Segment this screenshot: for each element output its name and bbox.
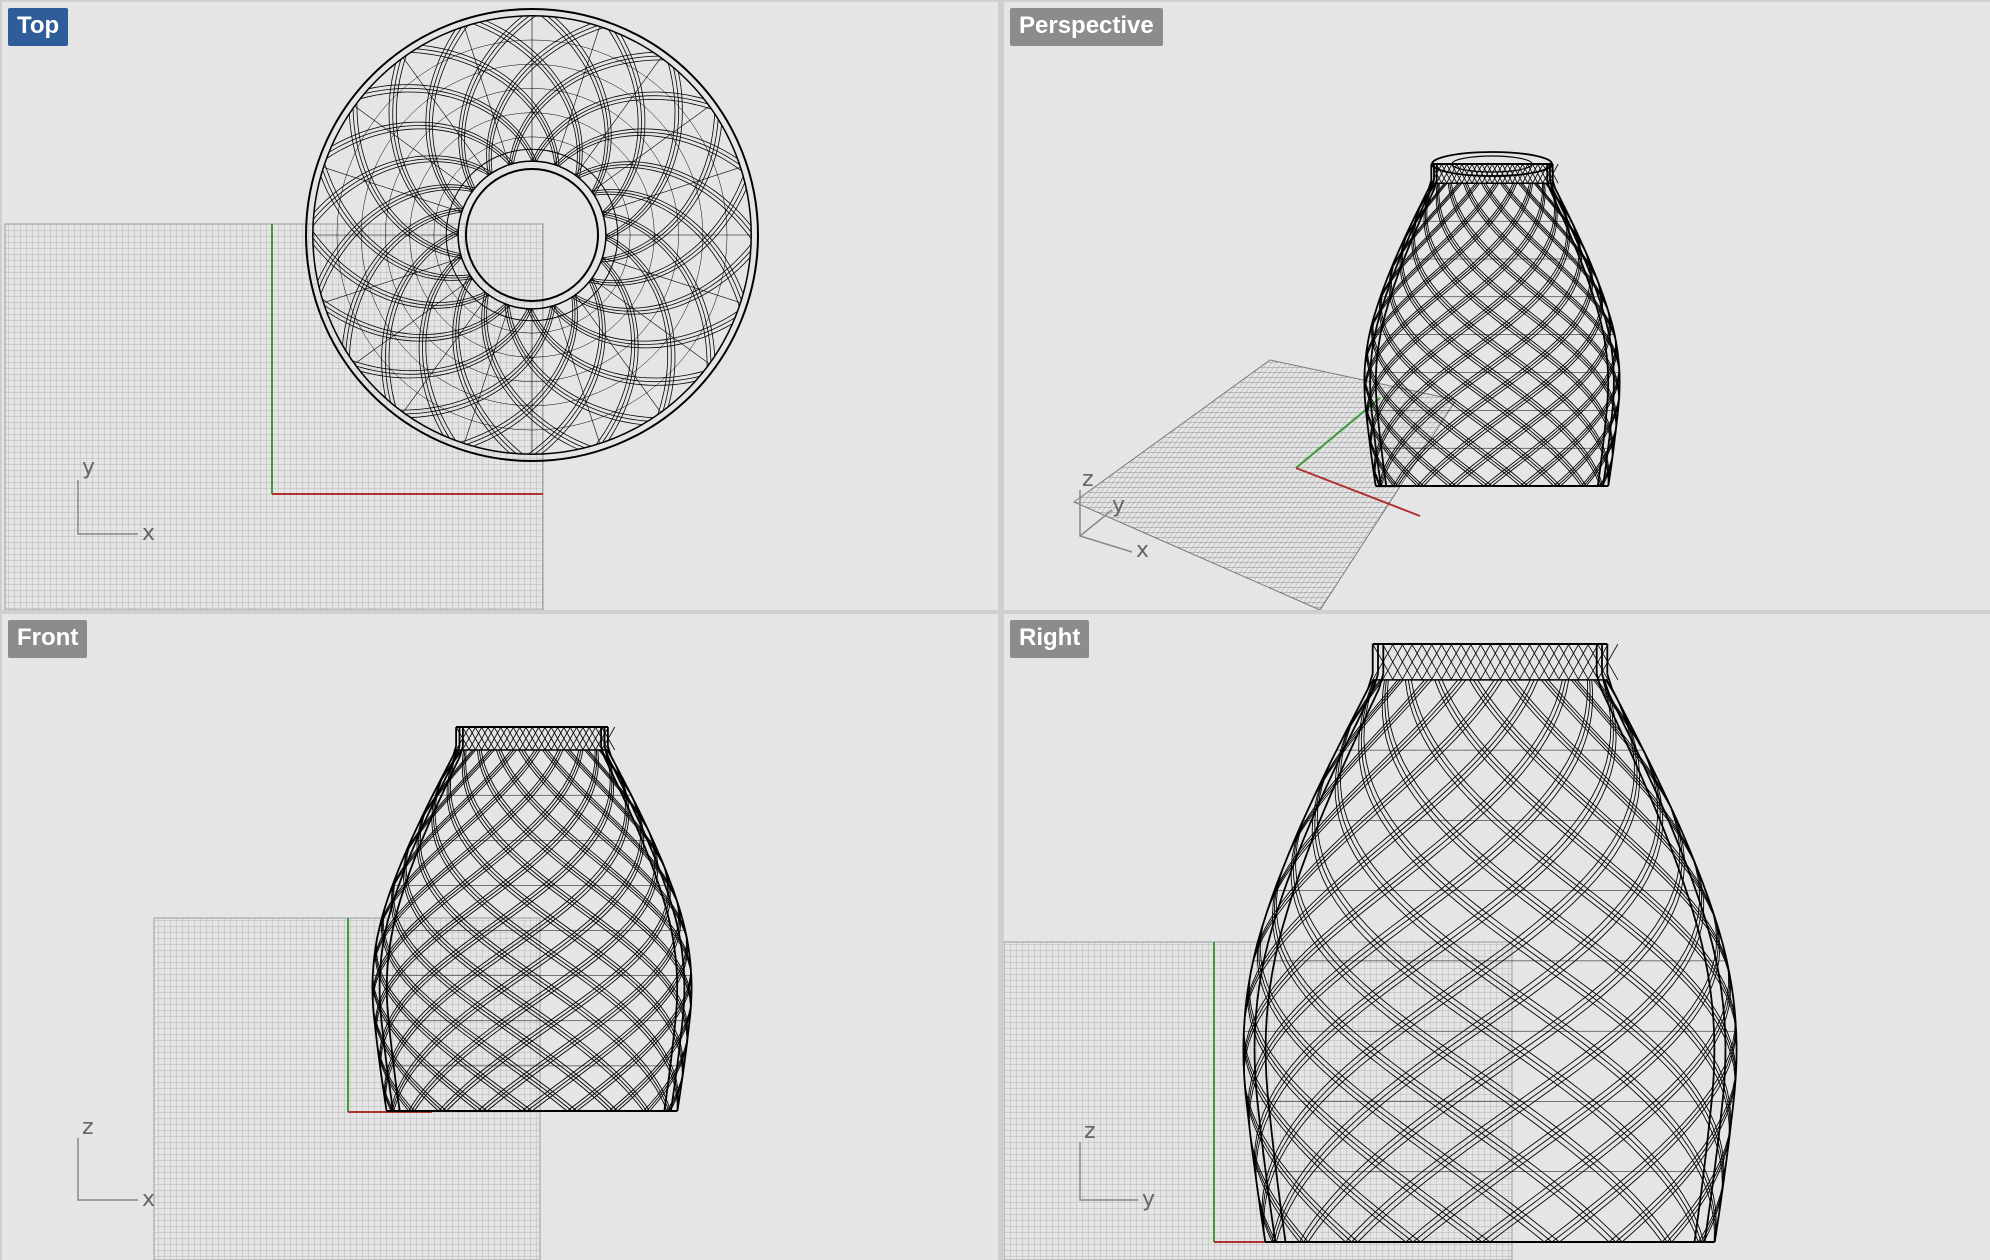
viewport-label-right[interactable]: Right (1010, 620, 1090, 658)
axis-label-y: y (82, 455, 95, 480)
viewport-label-top[interactable]: Top (8, 8, 69, 46)
viewport-perspective[interactable]: Perspective z y x (1004, 2, 1990, 610)
viewport-top-canvas[interactable]: y x (2, 2, 998, 610)
axis-label-z: z (82, 1115, 94, 1140)
axis-label-y: y (1112, 493, 1125, 518)
viewport-label-front[interactable]: Front (8, 620, 88, 658)
axis-label-z: z (1084, 1119, 1096, 1144)
viewport-front-canvas[interactable]: z x (2, 614, 998, 1260)
viewport-top[interactable]: Top y x (2, 2, 998, 610)
axis-label-y: y (1142, 1187, 1155, 1212)
axis-label-x: x (1136, 538, 1149, 563)
axis-label-z: z (1082, 467, 1094, 492)
viewport-label-perspective[interactable]: Perspective (1010, 8, 1163, 46)
viewport-perspective-canvas[interactable]: z y x (1004, 2, 1990, 610)
viewport-front[interactable]: Front z x (2, 614, 998, 1260)
axis-label-x: x (142, 521, 155, 546)
axis-label-x: x (142, 1187, 155, 1212)
axis-indicator (77, 1138, 138, 1201)
viewport-right[interactable]: Right z y (1004, 614, 1990, 1260)
viewport-right-canvas[interactable]: z y (1004, 614, 1990, 1260)
